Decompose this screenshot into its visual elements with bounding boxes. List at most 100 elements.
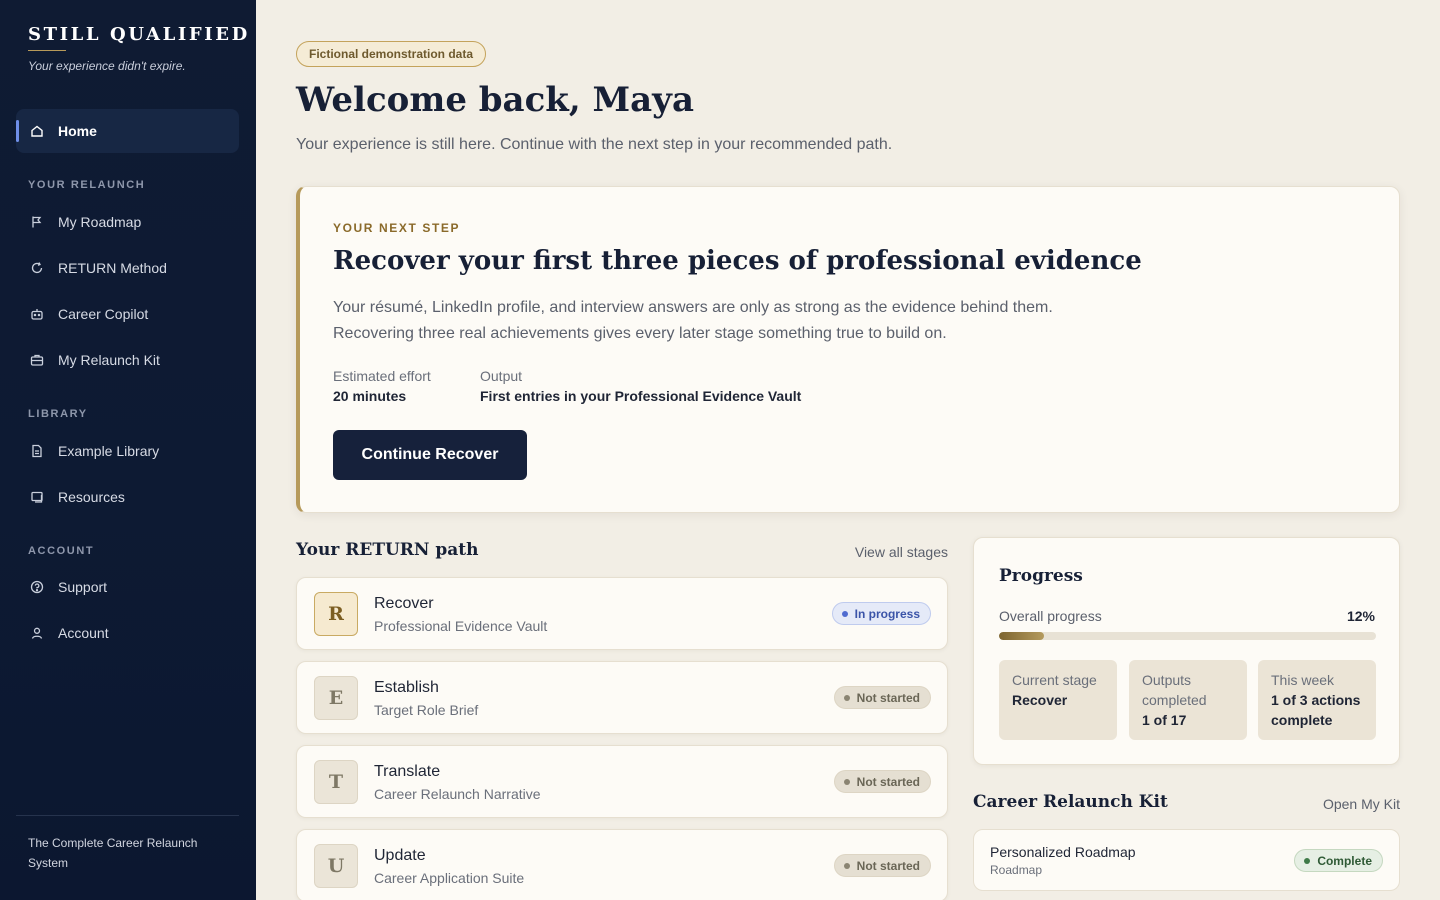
briefcase-icon — [30, 353, 44, 367]
effort-value: 20 minutes — [333, 388, 407, 404]
progress-bar-fill — [999, 632, 1045, 640]
kit-item-type: Roadmap — [990, 863, 1043, 877]
sidebar-item-my-relaunch-kit[interactable]: My Relaunch Kit — [16, 341, 239, 379]
status-dot-icon — [843, 778, 850, 785]
stage-name: Translate — [374, 763, 441, 780]
kit-item-personalized-roadmap[interactable]: Personalized Roadmap Roadmap Complete — [973, 829, 1400, 891]
demo-data-badge: Fictional demonstration data — [296, 41, 487, 67]
status-badge-label: Not started — [856, 690, 920, 705]
stat-value: 1 of 17 — [1142, 712, 1187, 728]
robot-icon — [30, 307, 44, 321]
stage-letter: T — [314, 760, 358, 804]
status-dot-icon — [841, 610, 848, 617]
stage-letter: R — [314, 592, 358, 636]
sidebar-item-label: Career Copilot — [58, 306, 149, 322]
status-badge: Not started — [833, 854, 931, 877]
next-step-card: YOUR NEXT STEP Recover your first three … — [296, 186, 1400, 513]
progress-bar — [999, 632, 1376, 640]
sidebar-item-return-method[interactable]: RETURN Method — [16, 249, 239, 287]
stage-card-recover[interactable]: R Recover Professional Evidence Vault In… — [296, 577, 948, 650]
sidebar-item-label: My Roadmap — [58, 214, 142, 230]
sidebar-item-my-roadmap[interactable]: My Roadmap — [16, 203, 239, 241]
status-dot-icon — [843, 862, 850, 869]
user-icon — [30, 626, 44, 640]
sidebar-item-label: Support — [58, 579, 108, 595]
page-subtitle: Your experience is still here. Continue … — [296, 136, 893, 153]
overall-progress-label: Overall progress — [999, 608, 1102, 624]
next-step-eyebrow: YOUR NEXT STEP — [333, 221, 461, 235]
continue-recover-button[interactable]: Continue Recover — [333, 430, 527, 480]
stage-name: Establish — [374, 679, 439, 696]
sidebar: STILL QUALIFIED Your experience didn't e… — [0, 0, 256, 900]
sidebar-item-label: My Relaunch Kit — [58, 352, 160, 368]
output-label: Output — [480, 368, 523, 384]
return-path-title: Your RETURN path — [296, 540, 479, 560]
kit-item-name: Personalized Roadmap — [990, 844, 1136, 860]
sidebar-item-label: RETURN Method — [58, 260, 167, 276]
relaunch-kit-title: Career Relaunch Kit — [973, 792, 1168, 812]
stage-name: Recover — [374, 595, 434, 612]
brand-rule — [28, 50, 66, 51]
home-icon — [30, 124, 44, 138]
stage-name: Update — [374, 847, 426, 864]
next-step-description: Your résumé, LinkedIn profile, and inter… — [333, 299, 1053, 342]
stat-label: Current stage — [1012, 672, 1097, 688]
status-badge-label: In progress — [854, 606, 920, 621]
progress-title: Progress — [999, 566, 1083, 586]
help-circle-icon — [30, 580, 44, 594]
brand-title: STILL QUALIFIED — [28, 24, 250, 45]
status-badge-label: Not started — [856, 774, 920, 789]
stage-card-translate[interactable]: T Translate Career Relaunch Narrative No… — [296, 745, 948, 818]
roadmap-flag-icon — [30, 215, 44, 229]
sidebar-item-account[interactable]: Account — [16, 614, 239, 652]
status-dot-icon — [843, 694, 850, 701]
sidebar-item-home[interactable]: Home — [16, 109, 239, 153]
next-step-title: Recover your first three pieces of profe… — [333, 246, 1142, 276]
stage-output: Target Role Brief — [374, 702, 479, 718]
overall-progress-value: 12% — [1346, 608, 1375, 624]
stat-value: 1 of 3 actions complete — [1271, 692, 1361, 728]
nav-section-account: ACCOUNT — [28, 545, 95, 557]
sidebar-item-career-copilot[interactable]: Career Copilot — [16, 295, 239, 333]
stat-value: Recover — [1012, 692, 1068, 708]
status-badge-label: Complete — [1317, 853, 1372, 868]
document-icon — [30, 444, 44, 458]
view-all-stages-link[interactable]: View all stages — [855, 544, 948, 560]
sidebar-item-resources[interactable]: Resources — [16, 478, 239, 516]
status-badge: Not started — [833, 686, 931, 709]
status-badge: In progress — [831, 602, 931, 625]
stage-card-update[interactable]: U Update Career Application Suite Not st… — [296, 829, 948, 900]
nav-section-library: LIBRARY — [28, 408, 88, 420]
status-badge-label: Not started — [856, 858, 920, 873]
stat-this-week: This week 1 of 3 actions complete — [1258, 660, 1376, 740]
progress-card: Progress Overall progress 12% Current st… — [973, 537, 1400, 765]
stage-letter: E — [314, 676, 358, 720]
stat-label: This week — [1271, 672, 1335, 688]
stage-output: Career Relaunch Narrative — [374, 786, 541, 802]
book-icon — [30, 490, 44, 504]
status-dot-icon — [1304, 857, 1311, 864]
sidebar-divider — [16, 815, 239, 816]
status-badge: Complete — [1294, 849, 1383, 872]
refresh-icon — [30, 261, 44, 275]
status-badge: Not started — [833, 770, 931, 793]
sidebar-item-label: Home — [58, 123, 97, 139]
brand[interactable]: STILL QUALIFIED Your experience didn't e… — [28, 24, 250, 73]
open-my-kit-link[interactable]: Open My Kit — [1323, 796, 1400, 812]
sidebar-item-label: Example Library — [58, 443, 160, 459]
stat-label: Outputs completed — [1142, 672, 1207, 708]
sidebar-item-label: Resources — [58, 489, 125, 505]
nav-section-your-relaunch: YOUR RELAUNCH — [28, 179, 146, 191]
page-title: Welcome back, Maya — [296, 80, 694, 120]
sidebar-item-label: Account — [58, 625, 109, 641]
sidebar-item-example-library[interactable]: Example Library — [16, 432, 239, 470]
stat-current-stage: Current stage Recover — [999, 660, 1117, 740]
stat-outputs-completed: Outputs completed 1 of 17 — [1129, 660, 1247, 740]
stage-output: Career Application Suite — [374, 870, 525, 886]
stage-card-establish[interactable]: E Establish Target Role Brief Not starte… — [296, 661, 948, 734]
sidebar-item-support[interactable]: Support — [16, 568, 239, 606]
output-value: First entries in your Professional Evide… — [480, 388, 802, 404]
brand-tagline: Your experience didn't expire. — [28, 59, 186, 73]
stage-letter: U — [314, 844, 358, 888]
sidebar-footer: The Complete Career Relaunch System — [28, 836, 198, 870]
